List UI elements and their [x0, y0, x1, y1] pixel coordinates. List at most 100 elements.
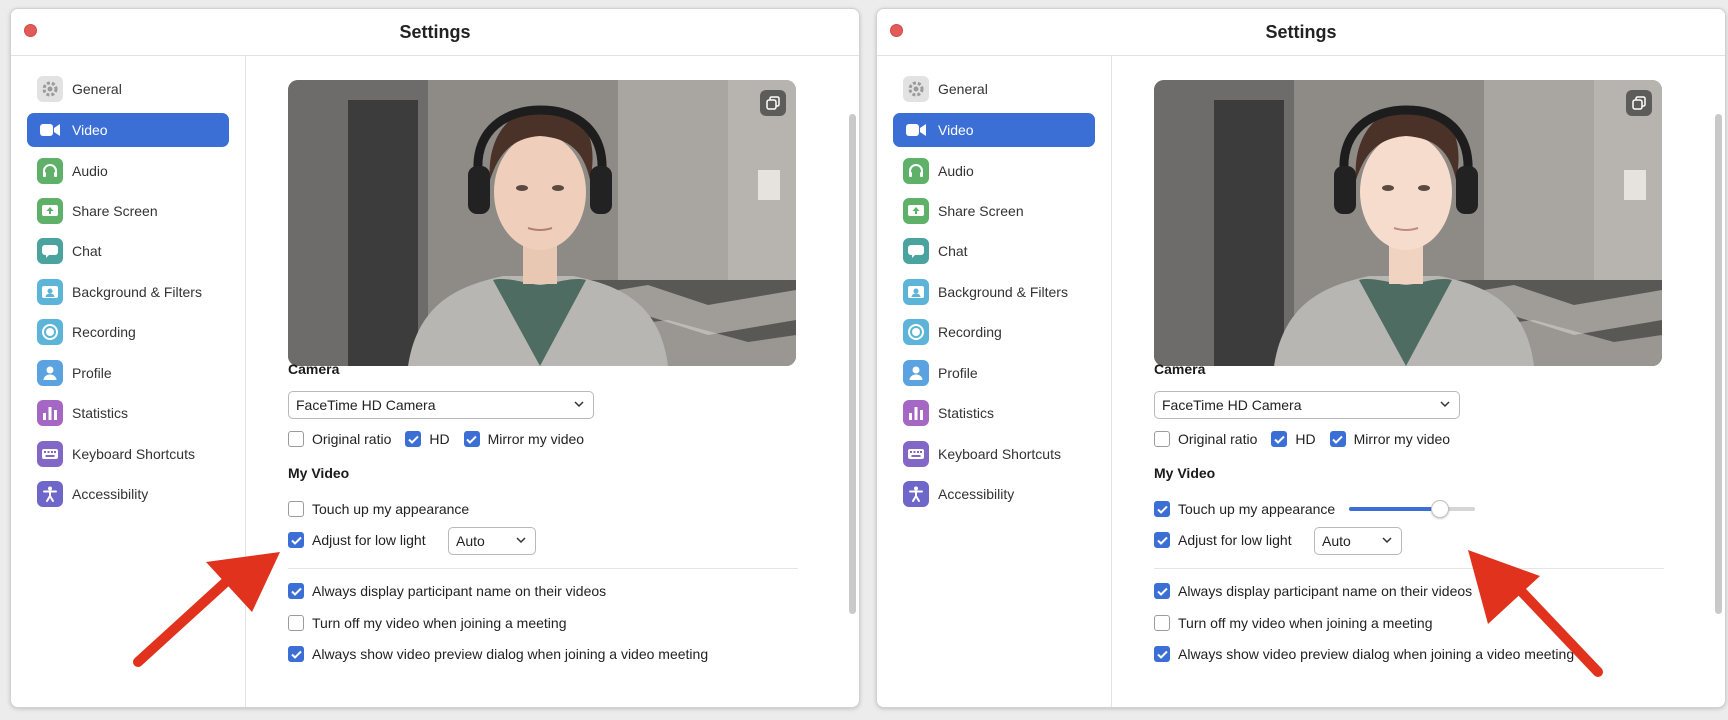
mirror-video-checkbox[interactable] — [1329, 431, 1346, 447]
expand-preview-button[interactable] — [1626, 90, 1652, 116]
sidebar-item-chat[interactable]: Chat — [893, 234, 1095, 268]
sidebar-item-audio[interactable]: Audio — [893, 154, 1095, 188]
sidebar-item-label: Accessibility — [72, 486, 149, 502]
sidebar-item-general[interactable]: General — [27, 72, 229, 106]
sidebar-item-keyboard-shortcuts[interactable]: Keyboard Shortcuts — [893, 437, 1095, 471]
share-screen-icon — [903, 198, 929, 224]
sidebar-item-accessibility[interactable]: Accessibility — [27, 477, 229, 511]
display-participant-name-checkbox[interactable] — [1154, 583, 1170, 599]
camera-preview — [288, 80, 796, 366]
low-light-checkbox[interactable] — [288, 532, 304, 548]
video-settings-panel: Camera FaceTime HD Camera Original ratio… — [246, 56, 859, 707]
camera-select-value: FaceTime HD Camera — [1162, 397, 1302, 413]
video-camera-icon — [903, 117, 929, 143]
sidebar-item-accessibility[interactable]: Accessibility — [893, 477, 1095, 511]
sidebar-item-video[interactable]: Video — [27, 113, 229, 147]
checkmark-icon — [1332, 435, 1343, 444]
sidebar-item-label: Recording — [938, 324, 1002, 340]
sidebar-item-statistics[interactable]: Statistics — [27, 396, 229, 430]
scrollbar[interactable] — [849, 114, 856, 614]
person-icon — [903, 360, 929, 386]
turn-off-video-checkbox[interactable] — [288, 615, 304, 631]
low-light-label: Adjust for low light — [1178, 532, 1292, 548]
sidebar-item-recording[interactable]: Recording — [27, 315, 229, 349]
camera-select-value: FaceTime HD Camera — [296, 397, 436, 413]
scrollbar[interactable] — [1715, 114, 1722, 614]
sidebar-item-label: General — [72, 81, 122, 97]
settings-sidebar: General Video Audio Share Screen Chat Ba… — [11, 56, 246, 707]
checkmark-icon — [1156, 536, 1168, 545]
sidebar-item-share-screen[interactable]: Share Screen — [27, 194, 229, 228]
title-bar: Settings — [877, 9, 1725, 56]
copy-window-icon — [1632, 96, 1646, 110]
share-screen-icon — [37, 198, 63, 224]
low-light-checkbox[interactable] — [1154, 532, 1170, 548]
checkmark-icon — [290, 587, 302, 596]
sidebar-item-background-filters[interactable]: Background & Filters — [27, 275, 229, 309]
show-preview-dialog-checkbox[interactable] — [288, 646, 304, 662]
sidebar-item-profile[interactable]: Profile — [27, 356, 229, 390]
mirror-video-checkbox[interactable] — [463, 431, 480, 447]
chevron-down-icon — [516, 537, 526, 544]
touch-up-slider[interactable] — [1349, 500, 1475, 518]
sidebar-item-audio[interactable]: Audio — [27, 154, 229, 188]
sidebar-item-label: Video — [938, 122, 974, 138]
sidebar-item-label: Audio — [938, 163, 974, 179]
sidebar-item-statistics[interactable]: Statistics — [893, 396, 1095, 430]
window-title: Settings — [1265, 22, 1337, 42]
checkmark-icon — [466, 435, 477, 444]
original-ratio-label: Original ratio — [312, 431, 392, 447]
checkmark-icon — [408, 435, 419, 444]
sidebar-item-profile[interactable]: Profile — [893, 356, 1095, 390]
camera-select[interactable]: FaceTime HD Camera — [288, 391, 594, 419]
sidebar-item-label: Background & Filters — [72, 284, 202, 300]
show-preview-dialog-label: Always show video preview dialog when jo… — [1178, 646, 1575, 662]
original-ratio-checkbox[interactable] — [1154, 431, 1170, 447]
sidebar-item-label: Audio — [72, 163, 108, 179]
low-light-label: Adjust for low light — [312, 532, 426, 548]
turn-off-video-checkbox[interactable] — [1154, 615, 1170, 631]
gear-icon — [903, 76, 929, 102]
touch-up-checkbox[interactable] — [1154, 501, 1170, 517]
touch-up-slider-knob[interactable] — [1430, 500, 1449, 518]
show-preview-dialog-checkbox[interactable] — [1154, 646, 1170, 662]
sidebar-item-general[interactable]: General — [893, 72, 1095, 106]
expand-preview-button[interactable] — [760, 90, 786, 116]
low-light-mode-select[interactable]: Auto — [1314, 527, 1402, 555]
sidebar-item-share-screen[interactable]: Share Screen — [893, 194, 1095, 228]
sidebar-item-label: Video — [72, 122, 108, 138]
sidebar-item-label: Statistics — [72, 405, 129, 421]
camera-select[interactable]: FaceTime HD Camera — [1154, 391, 1460, 419]
option-row: Always display participant name on their… — [288, 581, 620, 601]
sidebar-item-label: Share Screen — [72, 203, 158, 219]
bar-chart-icon — [903, 400, 929, 426]
sidebar-item-video[interactable]: Video — [893, 113, 1095, 147]
record-icon — [903, 319, 929, 345]
sidebar-item-label: Chat — [938, 243, 968, 259]
settings-window-after: Settings General Video Audio Share Scree… — [876, 8, 1726, 708]
sidebar-item-chat[interactable]: Chat — [27, 234, 229, 268]
display-participant-name-checkbox[interactable] — [288, 583, 304, 599]
headphones-icon — [903, 158, 929, 184]
copy-window-icon — [766, 96, 780, 110]
checkmark-icon — [1156, 650, 1168, 659]
touch-up-row: Touch up my appearance — [288, 499, 483, 519]
bar-chart-icon — [37, 400, 63, 426]
original-ratio-checkbox[interactable] — [288, 431, 304, 447]
hd-checkbox[interactable] — [405, 431, 422, 447]
sidebar-item-background-filters[interactable]: Background & Filters — [893, 275, 1095, 309]
chat-bubble-icon — [37, 238, 63, 264]
record-icon — [37, 319, 63, 345]
hd-checkbox[interactable] — [1271, 431, 1288, 447]
low-light-mode-value: Auto — [1322, 533, 1351, 549]
sidebar-item-keyboard-shortcuts[interactable]: Keyboard Shortcuts — [27, 437, 229, 471]
low-light-mode-select[interactable]: Auto — [448, 527, 536, 555]
sidebar-item-label: Share Screen — [938, 203, 1024, 219]
sidebar-item-recording[interactable]: Recording — [893, 315, 1095, 349]
sidebar-item-label: Chat — [72, 243, 102, 259]
checkmark-icon — [290, 536, 302, 545]
sidebar-item-label: Profile — [72, 365, 112, 381]
touch-up-checkbox[interactable] — [288, 501, 304, 517]
person-icon — [37, 360, 63, 386]
show-preview-dialog-label: Always show video preview dialog when jo… — [312, 646, 709, 662]
